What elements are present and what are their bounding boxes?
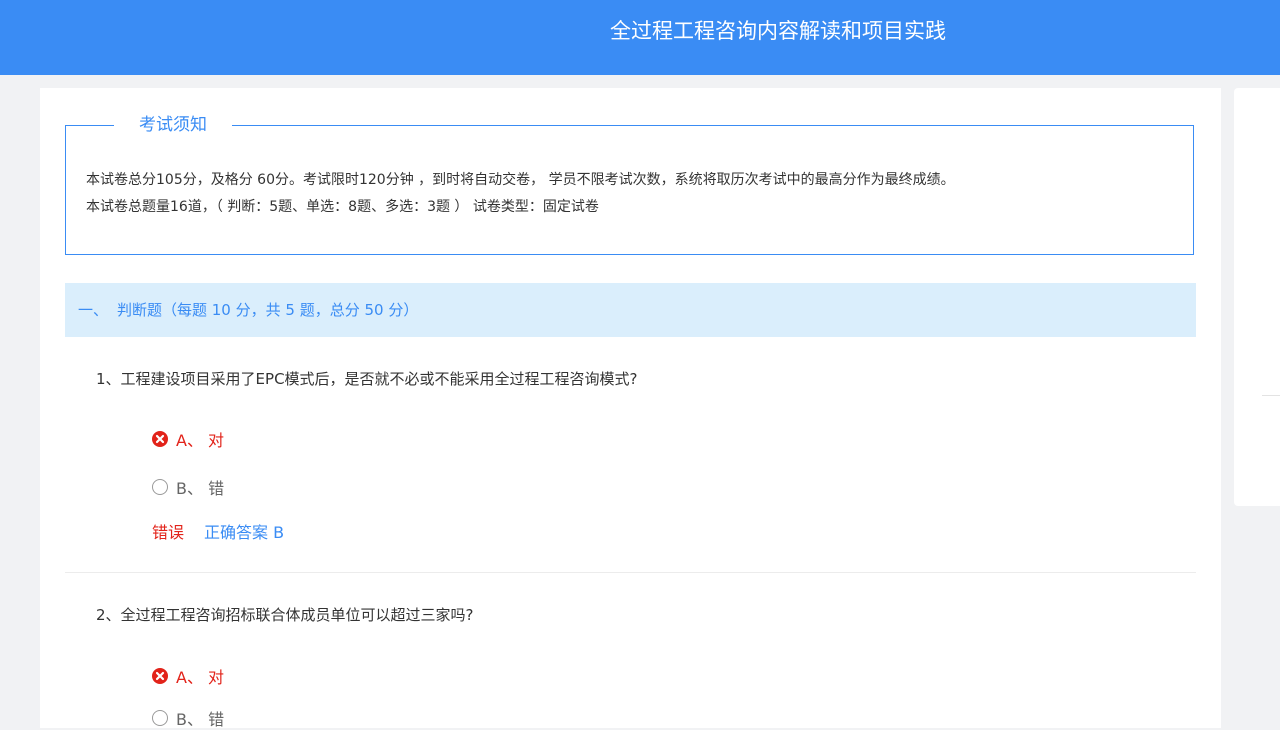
option-label: A、 对 (176, 431, 225, 450)
option-label: A、 对 (176, 668, 225, 687)
side-divider (1262, 395, 1280, 396)
result-wrong-label: 错误 (152, 523, 185, 542)
exam-card: 考试须知 本试卷总分105分，及格分 60分。考试限时120分钟 ，到时将自动交… (40, 88, 1221, 729)
radio-icon (152, 710, 168, 726)
option-label: B、 错 (176, 710, 225, 729)
correct-answer-label: 正确答案 B (204, 523, 285, 542)
question-2-option-a[interactable]: A、 对 (152, 665, 224, 687)
question-2-option-b[interactable]: B、 错 (152, 707, 224, 729)
exam-notice-box: 考试须知 本试卷总分105分，及格分 60分。考试限时120分钟 ，到时将自动交… (65, 112, 1194, 255)
header-bar: 全过程工程咨询内容解读和项目实践 (0, 0, 1280, 75)
option-label: B、 错 (176, 479, 225, 498)
question-1-text: 1、工程建设项目采用了EPC模式后，是否就不必或不能采用全过程工程咨询模式? (96, 370, 638, 388)
x-circle-icon (152, 431, 168, 447)
section-title: 判断题（每题 10 分，共 5 题，总分 50 分） (117, 301, 419, 319)
radio-icon (152, 479, 168, 495)
notice-legend: 考试须知 (114, 112, 232, 138)
x-circle-icon (152, 668, 168, 684)
question-2-text: 2、全过程工程咨询招标联合体成员单位可以超过三家吗? (96, 606, 474, 624)
notice-line-1: 本试卷总分105分，及格分 60分。考试限时120分钟 ，到时将自动交卷， 学员… (86, 172, 955, 188)
side-panel (1234, 88, 1280, 506)
question-1-result: 错误 正确答案 B (152, 520, 284, 542)
notice-line-2: 本试卷总题量16道，（ 判断：5题、单选：8题、多选：3题 ） 试卷类型：固定试… (86, 199, 599, 215)
question-1-option-a[interactable]: A、 对 (152, 428, 224, 450)
page-title: 全过程工程咨询内容解读和项目实践 (610, 19, 946, 43)
question-divider (65, 572, 1196, 573)
question-1-option-b[interactable]: B、 错 (152, 476, 224, 498)
section-number: 一、 (78, 301, 109, 319)
section-header: 一、 判断题（每题 10 分，共 5 题，总分 50 分） (65, 283, 1196, 337)
